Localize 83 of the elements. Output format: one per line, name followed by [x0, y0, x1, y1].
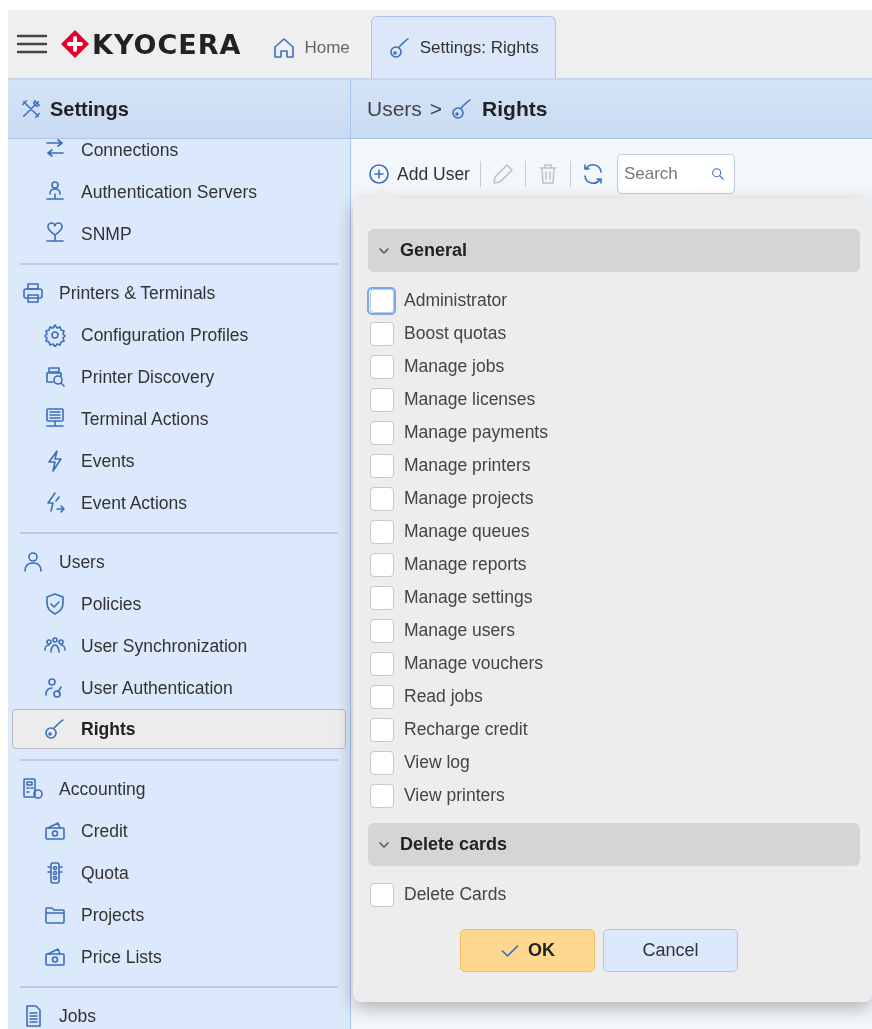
sidebar-section[interactable]: Users [12, 541, 346, 583]
group-header[interactable]: Delete cards [368, 823, 860, 866]
checkbox-label: Manage settings [404, 587, 533, 608]
checkbox[interactable] [370, 453, 394, 478]
checkbox-label: Manage licenses [404, 389, 536, 410]
sidebar-item[interactable]: SNMP [12, 213, 346, 255]
checkbox[interactable] [370, 618, 394, 643]
checkbox[interactable] [370, 750, 394, 775]
sidebar-item[interactable]: Terminal Actions [12, 398, 346, 440]
checkbox-label: Manage reports [404, 554, 527, 575]
checkbox[interactable] [370, 354, 394, 379]
tools-icon [20, 98, 42, 120]
sidebar-title: Settings [50, 97, 129, 121]
key-icon [387, 35, 412, 60]
checkbox-label: View printers [404, 785, 505, 806]
checkbox-label: Delete Cards [404, 884, 507, 905]
ok-button[interactable]: OK [460, 929, 595, 972]
sidebar-item[interactable]: Authentication Servers [12, 171, 346, 213]
cancel-button[interactable]: Cancel [603, 929, 738, 972]
checkbox[interactable] [370, 651, 394, 676]
checkbox-label: Read jobs [404, 686, 483, 707]
key-icon [43, 717, 67, 741]
sidebar-item[interactable]: User Synchronization [12, 625, 346, 667]
sidebar-item[interactable]: Connections [12, 139, 346, 171]
checkbox-label: Manage users [404, 620, 515, 641]
banknote-icon [43, 819, 67, 843]
add-user-button[interactable]: Add User [363, 160, 474, 188]
checkbox-label: Recharge credit [404, 719, 528, 740]
page-title: Rights [482, 97, 548, 121]
breadcrumb-separator: > [429, 97, 443, 121]
sidebar-item[interactable]: Configuration Profiles [12, 314, 346, 356]
checkbox-label: Boost quotas [404, 323, 507, 344]
sidebar-item[interactable]: Projects [12, 894, 346, 936]
checkbox[interactable] [370, 882, 394, 907]
add-icon [367, 162, 391, 186]
checkbox[interactable] [370, 420, 394, 445]
brand-logo: KYOCERA [92, 28, 242, 60]
checkbox[interactable] [370, 486, 394, 511]
checkbox-label: Manage payments [404, 422, 548, 443]
checkbox[interactable] [370, 783, 394, 808]
sidebar-item[interactable]: Policies [12, 583, 346, 625]
tab[interactable]: Settings: Rights [370, 16, 556, 78]
banknote-icon [43, 945, 67, 969]
pencil-icon [490, 162, 515, 186]
sidebar-item[interactable]: Rights [12, 709, 346, 749]
checkbox[interactable] [370, 717, 394, 742]
group-header[interactable]: General [368, 229, 860, 272]
sidebar-item[interactable]: Events [12, 440, 346, 482]
house-icon [272, 35, 297, 60]
checkbox[interactable] [370, 519, 394, 544]
search-icon [709, 166, 726, 182]
sidebar-item[interactable]: Price Lists [12, 936, 346, 978]
menu-icon[interactable] [16, 32, 48, 56]
checkbox-label: Manage queues [404, 521, 530, 542]
sidebar-item[interactable]: Event Actions [12, 482, 346, 524]
shield-check-icon [43, 592, 67, 616]
checkbox-label: Manage projects [404, 488, 534, 509]
checkbox[interactable] [370, 585, 394, 610]
checkbox[interactable] [370, 387, 394, 412]
checkbox-label: Manage printers [404, 455, 531, 476]
checkbox[interactable] [370, 552, 394, 577]
calculator-coin-icon [21, 777, 45, 801]
person-icon [21, 550, 45, 574]
sidebar-item[interactable]: Printer Discovery [12, 356, 346, 398]
breadcrumb-link[interactable]: Users [367, 97, 422, 121]
checkbox-label: View log [404, 752, 470, 773]
sidebar-item[interactable]: User Authentication [12, 667, 346, 709]
sidebar-section[interactable]: Jobs [12, 995, 346, 1029]
sidebar-section[interactable]: Accounting [12, 768, 346, 810]
checkbox-label: Manage jobs [404, 356, 505, 377]
checkbox[interactable] [370, 321, 394, 346]
tab[interactable]: Home [255, 16, 367, 78]
search-field[interactable]: Search [616, 154, 735, 194]
printer-icon [21, 281, 45, 305]
logo-mark-icon [60, 29, 90, 59]
checkbox-label: Administrator [404, 290, 508, 311]
checkbox-label: Manage vouchers [404, 653, 544, 674]
printer-search-icon [43, 365, 67, 389]
sidebar-item[interactable]: Quota [12, 852, 346, 894]
gear-icon [43, 323, 67, 347]
sidebar-section[interactable]: Printers & Terminals [12, 272, 346, 314]
checkbox[interactable] [370, 684, 394, 709]
sidebar-item[interactable]: Credit [12, 810, 346, 852]
